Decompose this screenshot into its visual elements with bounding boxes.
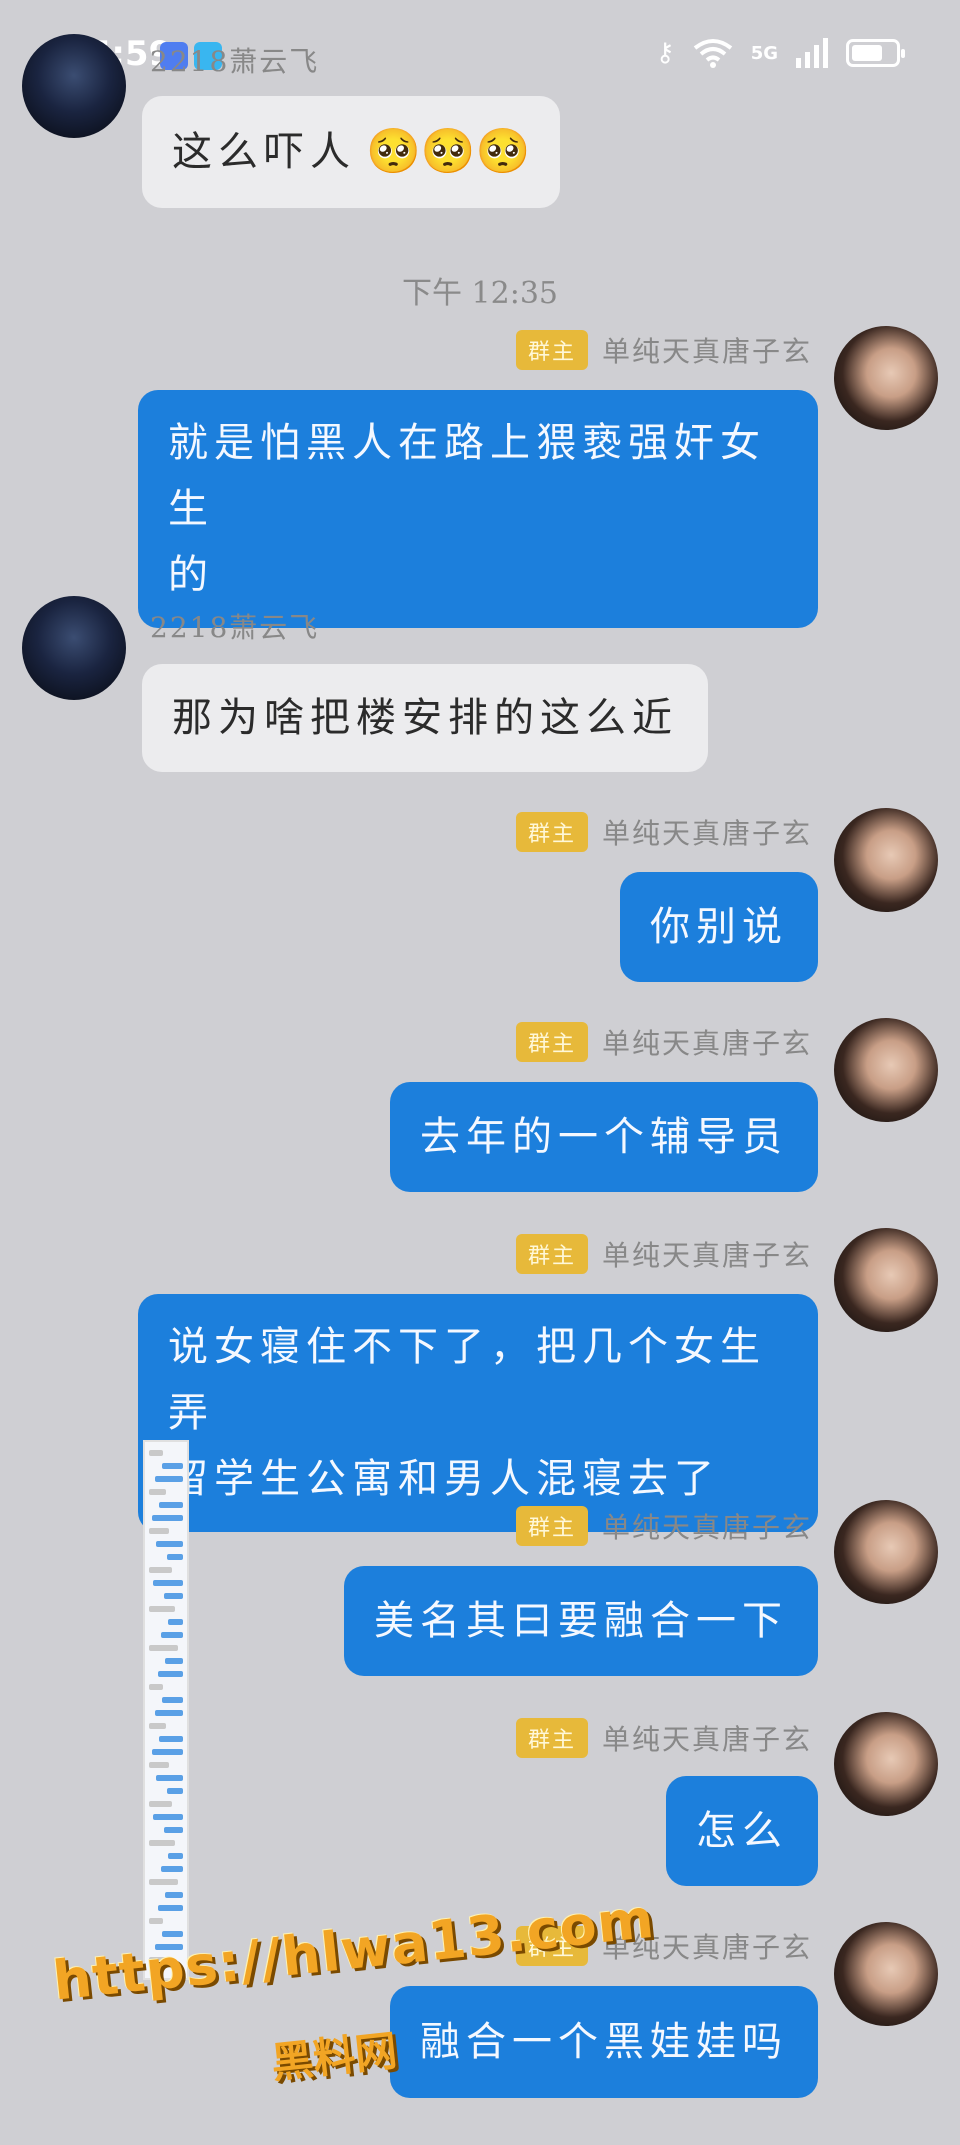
- sender-avatar[interactable]: [834, 1228, 938, 1332]
- admin-badge: 群主: [515, 812, 588, 852]
- sender-header: 群主 单纯天真唐子玄: [515, 1022, 812, 1062]
- sender-header: 群主 单纯天真唐子玄: [515, 330, 812, 370]
- sender-avatar[interactable]: [834, 1500, 938, 1604]
- admin-badge: 群主: [515, 330, 588, 370]
- message-text-line: 的: [168, 552, 214, 598]
- thumbnail-line: [149, 1879, 178, 1885]
- message-text-line: 就是怕黑人在路上猥亵强奸女生: [168, 420, 766, 532]
- thumbnail-line: [168, 1853, 183, 1859]
- thumbnail-line: [149, 1762, 169, 1768]
- battery-icon: [846, 39, 905, 67]
- message-bubble[interactable]: 说女寝住不下了，把几个女生弄 留学生公寓和男人混寝去了: [138, 1294, 818, 1532]
- message-bubble[interactable]: 美名其曰要融合一下: [344, 1566, 818, 1676]
- message-bubble[interactable]: 你别说: [620, 872, 818, 982]
- message-text: 那为啥把楼安排的这么近: [172, 695, 678, 741]
- key-icon: ⚷: [655, 38, 675, 68]
- wifi-icon: [693, 39, 732, 68]
- thumbnail-line: [161, 1632, 183, 1638]
- message-text: 融合一个黑娃娃吗: [420, 2019, 788, 2065]
- sender-header: 群主 单纯天真唐子玄: [515, 812, 812, 852]
- admin-badge: 群主: [515, 1506, 588, 1546]
- sender-avatar[interactable]: [834, 1712, 938, 1816]
- thumbnail-line: [153, 1814, 183, 1820]
- thumbnail-line: [161, 1866, 183, 1872]
- message-bubble[interactable]: 那为啥把楼安排的这么近: [142, 664, 708, 772]
- message-text: 这么吓人: [172, 129, 356, 175]
- thumbnail-line: [153, 1580, 183, 1586]
- thumbnail-line: [152, 1749, 183, 1755]
- thumbnail-line: [165, 1892, 183, 1898]
- status-icons: ⚷ 5G: [655, 38, 905, 68]
- thumbnail-line: [164, 1827, 183, 1833]
- message-text: 去年的一个辅导员: [420, 1114, 788, 1160]
- sender-header: 群主 单纯天真唐子玄: [515, 1718, 812, 1758]
- thumbnail-line: [167, 1554, 183, 1560]
- thumbnail-line: [156, 1775, 183, 1781]
- screenshot-thumbnail[interactable]: [143, 1440, 189, 1980]
- message-bubble[interactable]: 就是怕黑人在路上猥亵强奸女生 的: [138, 390, 818, 628]
- thumbnail-line: [149, 1918, 163, 1924]
- thumbnail-line: [155, 1476, 183, 1482]
- thumbnail-line: [156, 1541, 183, 1547]
- signal-label: 5G: [750, 42, 778, 64]
- message-text: 你别说: [650, 904, 788, 950]
- message-bubble[interactable]: 怎么: [666, 1776, 818, 1886]
- thumbnail-line: [149, 1645, 178, 1651]
- thumbnail-line: [162, 1463, 183, 1469]
- sender-avatar[interactable]: [834, 1922, 938, 2026]
- sender-name: 单纯天真唐子玄: [601, 1027, 812, 1060]
- thumbnail-line: [149, 1606, 175, 1612]
- timestamp: 下午 12:35: [402, 276, 558, 311]
- thumbnail-line: [152, 1515, 183, 1521]
- message-bubble[interactable]: 去年的一个辅导员: [390, 1082, 818, 1192]
- thumbnail-line: [165, 1658, 183, 1664]
- sender-header: 群主 单纯天真唐子玄: [515, 1234, 812, 1274]
- thumbnail-line: [149, 1567, 172, 1573]
- thumbnail-line: [149, 1489, 166, 1495]
- signal-icon: [796, 38, 828, 68]
- thumbnail-line: [168, 1619, 183, 1625]
- sender-avatar[interactable]: [834, 808, 938, 912]
- message-text: 美名其曰要融合一下: [374, 1598, 788, 1644]
- admin-badge: 群主: [515, 1234, 588, 1274]
- sender-avatar[interactable]: [22, 596, 126, 700]
- thumbnail-line: [155, 1710, 183, 1716]
- thumbnail-line: [149, 1840, 175, 1846]
- thumbnail-line: [167, 1788, 183, 1794]
- message-text-line: 说女寝住不下了，把几个女生弄: [168, 1324, 766, 1436]
- sender-name: 2218萧云飞: [150, 45, 320, 78]
- thumbnail-line: [149, 1801, 172, 1807]
- thumbnail-line: [164, 1593, 183, 1599]
- message-text-line: 留学生公寓和男人混寝去了: [168, 1456, 720, 1502]
- thumbnail-line: [149, 1684, 163, 1690]
- pleading-emoji-icon: 🥺🥺🥺: [366, 126, 531, 177]
- thumbnail-line: [162, 1697, 183, 1703]
- sender-name: 单纯天真唐子玄: [601, 1511, 812, 1544]
- sender-header: 群主 单纯天真唐子玄: [515, 1506, 812, 1546]
- thumbnail-line: [159, 1736, 183, 1742]
- sender-avatar[interactable]: [834, 326, 938, 430]
- message-bubble[interactable]: 融合一个黑娃娃吗: [390, 1986, 818, 2098]
- thumbnail-line: [149, 1723, 166, 1729]
- sender-avatar[interactable]: [834, 1018, 938, 1122]
- sender-name: 单纯天真唐子玄: [601, 1723, 812, 1756]
- sender-name: 2218萧云飞: [150, 611, 320, 644]
- sender-name: 单纯天真唐子玄: [601, 1239, 812, 1272]
- watermark-brand: 黑料网: [268, 2025, 400, 2088]
- admin-badge: 群主: [515, 1718, 588, 1758]
- admin-badge: 群主: [515, 1022, 588, 1062]
- thumbnail-line: [149, 1528, 169, 1534]
- sender-avatar[interactable]: [22, 34, 126, 138]
- thumbnail-line: [149, 1450, 163, 1456]
- sender-name: 单纯天真唐子玄: [601, 817, 812, 850]
- message-bubble[interactable]: 这么吓人 🥺🥺🥺: [142, 96, 561, 208]
- thumbnail-line: [158, 1671, 183, 1677]
- message-text: 怎么: [696, 1808, 788, 1854]
- thumbnail-line: [158, 1905, 183, 1911]
- thumbnail-line: [159, 1502, 183, 1508]
- sender-name: 单纯天真唐子玄: [601, 335, 812, 368]
